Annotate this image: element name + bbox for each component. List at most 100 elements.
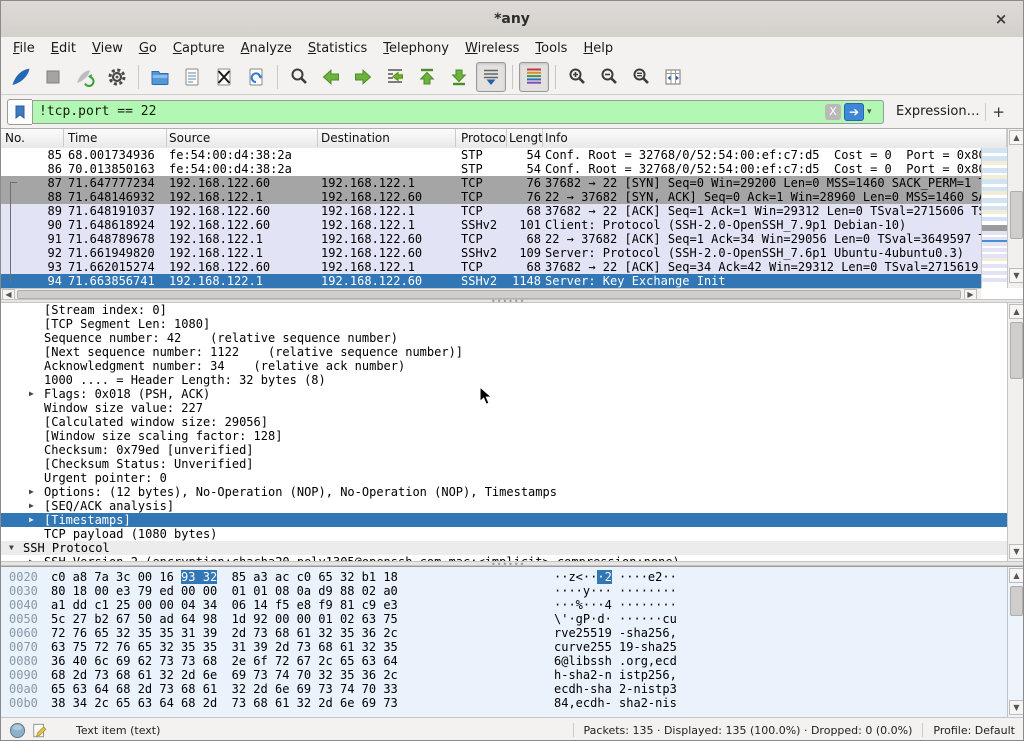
close-file-button[interactable] <box>209 62 239 92</box>
detail-row-3[interactable]: [Next sequence number: 1122 (relative se… <box>1 345 1023 359</box>
packet-row-85[interactable]: 8568.001734936fe:54:00:d4:38:2aSTP54Conf… <box>1 148 981 162</box>
packet-row-93[interactable]: 9371.662015274192.168.122.60192.168.122.… <box>1 260 981 274</box>
expand-icon[interactable]: ▶ <box>29 387 34 401</box>
open-file-button[interactable] <box>145 62 175 92</box>
resize-columns-button[interactable] <box>658 62 688 92</box>
restart-capture-button[interactable] <box>70 62 100 92</box>
scrollbar-thumb[interactable] <box>1010 322 1023 379</box>
detail-row-9[interactable]: [Window size scaling factor: 128] <box>1 429 1023 443</box>
menu-wireless[interactable]: Wireless <box>457 39 527 58</box>
hex-row-0050[interactable]: 00505c 27 b2 67 50 ad 64 98 1d 92 00 00 … <box>1 612 1023 626</box>
scroll-up-icon[interactable]: ▲ <box>1009 304 1024 319</box>
scroll-up-icon[interactable]: ▲ <box>1009 568 1024 583</box>
capture-options-button[interactable] <box>102 62 132 92</box>
column-header-info[interactable]: Info <box>543 129 1007 147</box>
expand-icon[interactable]: ▶ <box>29 485 34 499</box>
packet-row-87[interactable]: 8771.647777234192.168.122.60192.168.122.… <box>1 176 981 190</box>
scroll-down-icon[interactable]: ▼ <box>1009 268 1024 283</box>
menu-edit[interactable]: Edit <box>43 39 84 58</box>
column-header-no[interactable]: No. <box>1 129 64 147</box>
go-first-button[interactable] <box>412 62 442 92</box>
column-header-time[interactable]: Time <box>64 129 167 147</box>
collapse-icon[interactable]: ▼ <box>9 541 14 555</box>
detail-row-8[interactable]: [Calculated window size: 29056] <box>1 415 1023 429</box>
scrollbar-thumb[interactable] <box>17 290 961 299</box>
profile-text[interactable]: Profile: Default <box>933 724 1015 737</box>
scrollbar-thumb[interactable] <box>1010 191 1023 239</box>
bytes-vscrollbar[interactable]: ▲ ▼ <box>1007 567 1024 717</box>
menu-view[interactable]: View <box>84 39 131 58</box>
close-icon[interactable]: × <box>991 9 1011 29</box>
expression-button[interactable]: Expression… <box>896 104 980 119</box>
hex-row-0080[interactable]: 008036 40 6c 69 62 73 73 68 2e 6f 72 67 … <box>1 654 1023 668</box>
filter-apply-button[interactable]: ➔ <box>844 103 864 121</box>
auto-scroll-button[interactable] <box>476 62 506 92</box>
add-filter-button[interactable]: + <box>985 103 1011 121</box>
capture-comment-icon[interactable] <box>32 722 48 739</box>
detail-row-11[interactable]: [Checksum Status: Unverified] <box>1 457 1023 471</box>
zoom-in-button[interactable] <box>562 62 592 92</box>
menu-go[interactable]: Go <box>131 39 165 58</box>
packet-list-vscrollbar[interactable]: ▲ ▼ <box>1007 129 1024 288</box>
packet-row-86[interactable]: 8670.013850163fe:54:00:d4:38:2aSTP54Conf… <box>1 162 981 176</box>
detail-row-13[interactable]: ▶Options: (12 bytes), No-Operation (NOP)… <box>1 485 1023 499</box>
detail-row-12[interactable]: Urgent pointer: 0 <box>1 471 1023 485</box>
menu-file[interactable]: File <box>5 39 43 58</box>
expand-icon[interactable]: ▶ <box>29 499 34 513</box>
packet-row-89[interactable]: 8971.648191037192.168.122.60192.168.122.… <box>1 204 981 218</box>
detail-row-5[interactable]: 1000 .... = Header Length: 32 bytes (8) <box>1 373 1023 387</box>
detail-row-0[interactable]: [Stream index: 0] <box>1 303 1023 317</box>
detail-row-6[interactable]: ▶Flags: 0x018 (PSH, ACK) <box>1 387 1023 401</box>
menu-help[interactable]: Help <box>575 39 621 58</box>
go-last-button[interactable] <box>444 62 474 92</box>
hex-row-0020[interactable]: 0020c0 a8 7a 3c 00 16 93 32 85 a3 ac c0 … <box>1 570 1023 584</box>
detail-row-4[interactable]: Acknowledgment number: 34 (relative ack … <box>1 359 1023 373</box>
menu-telephony[interactable]: Telephony <box>375 39 457 58</box>
scroll-down-icon[interactable]: ▼ <box>1009 700 1024 715</box>
go-forward-button[interactable] <box>348 62 378 92</box>
filter-bookmark-button[interactable] <box>7 99 32 125</box>
hex-row-0090[interactable]: 009068 2d 73 68 61 32 2d 6e 69 73 74 70 … <box>1 668 1023 682</box>
hex-row-0040[interactable]: 0040a1 dd c1 25 00 00 04 34 06 14 f5 e8 … <box>1 598 1023 612</box>
display-filter-input[interactable] <box>33 102 825 122</box>
hex-row-0060[interactable]: 006072 76 65 32 35 35 31 39 2d 73 68 61 … <box>1 626 1023 640</box>
column-header-destination[interactable]: Destination <box>318 129 456 147</box>
packet-row-94[interactable]: 9471.663856741192.168.122.1192.168.122.6… <box>1 274 981 288</box>
detail-row-10[interactable]: Checksum: 0x79ed [unverified] <box>1 443 1023 457</box>
title-bar[interactable]: *any × <box>1 1 1023 38</box>
filter-clear-button[interactable]: X <box>825 104 841 120</box>
menu-analyze[interactable]: Analyze <box>233 39 300 58</box>
scroll-up-icon[interactable]: ▲ <box>1009 130 1024 145</box>
hex-row-0030[interactable]: 003080 18 00 e3 79 ed 00 00 01 01 08 0a … <box>1 584 1023 598</box>
zoom-100-button[interactable] <box>626 62 656 92</box>
detail-row-7[interactable]: Window size value: 227 <box>1 401 1023 415</box>
save-file-button[interactable] <box>177 62 207 92</box>
scrollbar-thumb[interactable] <box>1010 586 1023 616</box>
hex-row-0070[interactable]: 007063 75 72 76 65 32 35 35 31 39 2d 73 … <box>1 640 1023 654</box>
stop-capture-button[interactable] <box>38 62 68 92</box>
detail-row-1[interactable]: [TCP Segment Len: 1080] <box>1 317 1023 331</box>
packet-row-92[interactable]: 9271.661949820192.168.122.1192.168.122.6… <box>1 246 981 260</box>
column-header-length[interactable]: Length <box>507 129 543 147</box>
menu-statistics[interactable]: Statistics <box>300 39 375 58</box>
filter-dropdown-caret-icon[interactable]: ▾ <box>867 107 879 117</box>
menu-capture[interactable]: Capture <box>165 39 233 58</box>
scroll-down-icon[interactable]: ▼ <box>1009 544 1024 559</box>
detail-row-17[interactable]: ▼SSH Protocol <box>1 541 1023 555</box>
packet-row-88[interactable]: 8871.648146932192.168.122.1192.168.122.6… <box>1 190 981 204</box>
menu-tools[interactable]: Tools <box>527 39 575 58</box>
find-packet-button[interactable] <box>284 62 314 92</box>
detail-row-15[interactable]: ▶[Timestamps] <box>1 513 1023 527</box>
expand-icon[interactable]: ▶ <box>29 513 34 527</box>
detail-row-16[interactable]: TCP payload (1080 bytes) <box>1 527 1023 541</box>
start-capture-button[interactable] <box>6 62 36 92</box>
hex-row-00a0[interactable]: 00a065 63 64 68 2d 73 68 61 32 2d 6e 69 … <box>1 682 1023 696</box>
packet-list-minimap[interactable] <box>981 148 1008 288</box>
packet-row-90[interactable]: 9071.648618924192.168.122.60192.168.122.… <box>1 218 981 232</box>
hex-row-00b0[interactable]: 00b038 34 2c 65 63 64 68 2d 73 68 61 32 … <box>1 696 1023 710</box>
expert-info-icon[interactable] <box>9 722 26 739</box>
colorize-button[interactable] <box>519 62 549 92</box>
go-to-packet-button[interactable] <box>380 62 410 92</box>
details-vscrollbar[interactable]: ▲ ▼ <box>1007 303 1024 561</box>
go-back-button[interactable] <box>316 62 346 92</box>
